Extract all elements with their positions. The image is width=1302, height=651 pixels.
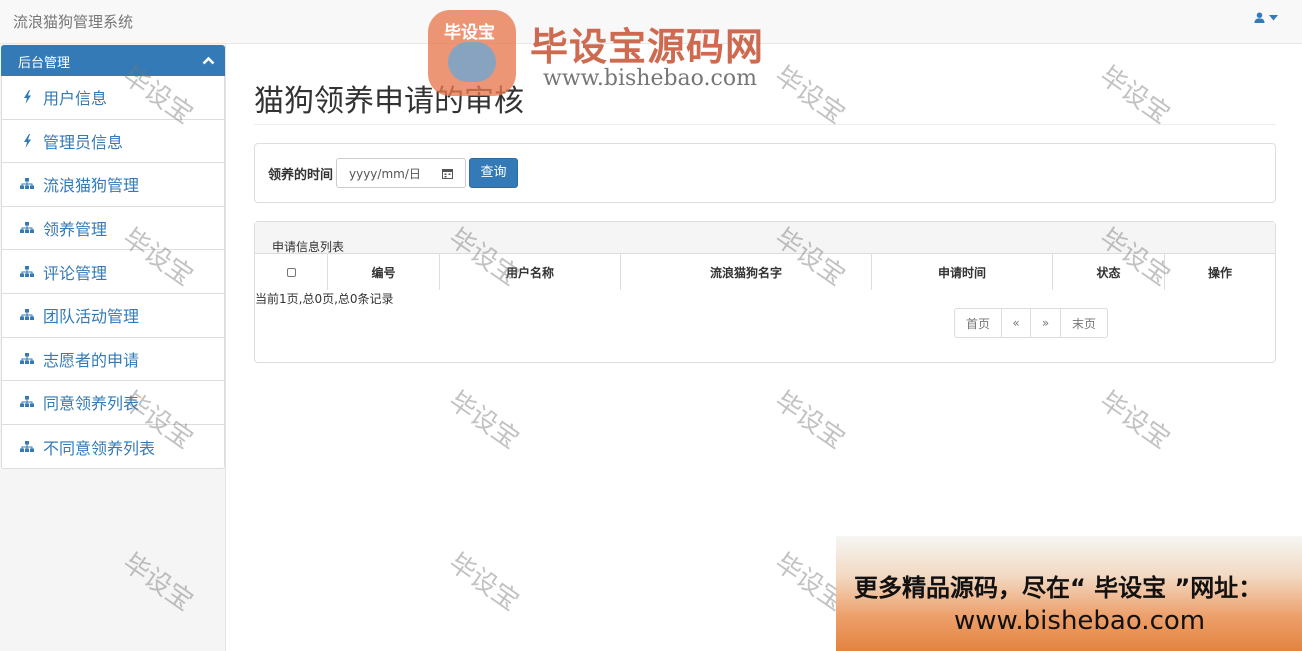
adopt-date-input[interactable]: yyyy/mm/日 [336,158,466,188]
logo-title: 毕设宝源码网 [530,25,765,69]
bolt-icon [20,133,34,148]
watermark-text: 毕设宝 [1094,385,1176,456]
sidebar-item-7[interactable]: 志愿者的申请 [2,338,224,382]
user-icon [1254,12,1265,23]
banner-line-2: www.bishebao.com [954,606,1206,636]
sidebar-item-4[interactable]: 领养管理 [2,207,224,251]
pagination: 首页 « » 末页 [954,308,1108,338]
site-logo-watermark: 毕设宝 毕设宝源码网 www.bishebao.com [428,8,808,98]
sidebar-item-label: 志愿者的申请 [43,350,140,370]
caret-down-icon [1269,14,1278,21]
col-user-name[interactable]: 用户名称 [440,254,621,290]
sidebar-item-8[interactable]: 同意领养列表 [2,381,224,425]
query-button[interactable]: 查询 [469,158,518,188]
sidebar-item-5[interactable]: 评论管理 [2,250,224,294]
bolt-icon [20,90,34,105]
next-page-button[interactable]: » [1030,308,1061,338]
logo-url: www.bishebao.com [543,66,757,91]
prev-page-button[interactable]: « [1001,308,1031,338]
select-all-checkbox[interactable] [286,267,296,277]
watermark-text: 毕设宝 [443,547,525,618]
sidebar-item-label: 不同意领养列表 [43,438,156,458]
col-actions[interactable]: 操作 [1165,254,1275,290]
col-apply-time[interactable]: 申请时间 [872,254,1053,290]
select-all-cell [255,254,328,290]
calendar-icon[interactable] [442,168,453,182]
sidebar-item-6[interactable]: 团队活动管理 [2,294,224,338]
application-list-panel: 申请信息列表 编号 用户名称 流浪猫狗名字 申请时间 状态 操作 当前1页,总0… [254,221,1276,363]
sidebar-header-label: 后台管理 [18,56,71,71]
sidebar-header[interactable]: 后台管理 [1,45,225,76]
record-info: 当前1页,总0页,总0条记录 [255,292,394,306]
sidebar-item-label: 同意领养列表 [43,394,140,414]
last-page-button[interactable]: 末页 [1060,308,1108,338]
sidebar-menu: 用户信息管理员信息流浪猫狗管理 领养管理评论管理团队活动管理 志愿者的申请 同意领养列… [1,76,225,470]
app-brand[interactable]: 流浪猫狗管理系统 [13,11,133,32]
chevron-up-icon [202,54,215,69]
adopt-time-label: 领养的时间 [268,168,334,183]
sidebar-item-label: 流浪猫狗管理 [43,176,140,196]
watermark-text: 毕设宝 [443,385,525,456]
sitemap-icon [20,265,34,278]
col-status[interactable]: 状态 [1053,254,1165,290]
sitemap-icon [20,396,34,408]
date-placeholder: yyyy/mm/日 [349,167,421,181]
sidebar-item-label: 评论管理 [43,263,108,283]
sitemap-icon [20,440,34,453]
sidebar-item-label: 团队活动管理 [43,307,140,327]
sidebar-item-2[interactable]: 管理员信息 [2,120,224,164]
sidebar: 后台管理 用户信息管理员信息流浪猫狗管理 领养管理评论管理团队活动管理 志愿者的申请… [0,44,226,651]
watermark-text: 毕设宝 [769,385,851,456]
first-page-button[interactable]: 首页 [954,308,1002,338]
logo-badge-text: 毕设宝 [444,23,495,43]
sitemap-icon [20,352,34,365]
sidebar-item-label: 管理员信息 [43,132,124,152]
list-heading: 申请信息列表 [255,222,1275,254]
application-table-header: 编号 用户名称 流浪猫狗名字 申请时间 状态 操作 [255,254,1275,290]
watermark-text: 毕设宝 [1094,60,1176,131]
col-animal-name[interactable]: 流浪猫狗名字 [621,254,872,290]
sidebar-item-9[interactable]: 不同意领养列表 [2,425,224,469]
mascot-icon [448,42,496,82]
banner-line-1: 更多精品源码，尽在“ 毕设宝 ”网址： [854,574,1263,602]
title-divider [254,124,1276,125]
sidebar-item-3[interactable]: 流浪猫狗管理 [2,163,224,207]
user-menu[interactable] [1254,12,1278,23]
sitemap-icon [20,222,34,234]
sidebar-item-label: 领养管理 [43,220,108,240]
sitemap-icon [20,309,34,321]
col-id[interactable]: 编号 [328,254,440,290]
sitemap-icon [20,178,34,190]
sidebar-item-label: 用户信息 [43,89,108,109]
search-panel: 领养的时间 yyyy/mm/日 查询 [254,143,1276,203]
sidebar-item-1[interactable]: 用户信息 [2,76,224,120]
promo-banner: 更多精品源码，尽在“ 毕设宝 ”网址： www.bishebao.com [836,536,1302,651]
